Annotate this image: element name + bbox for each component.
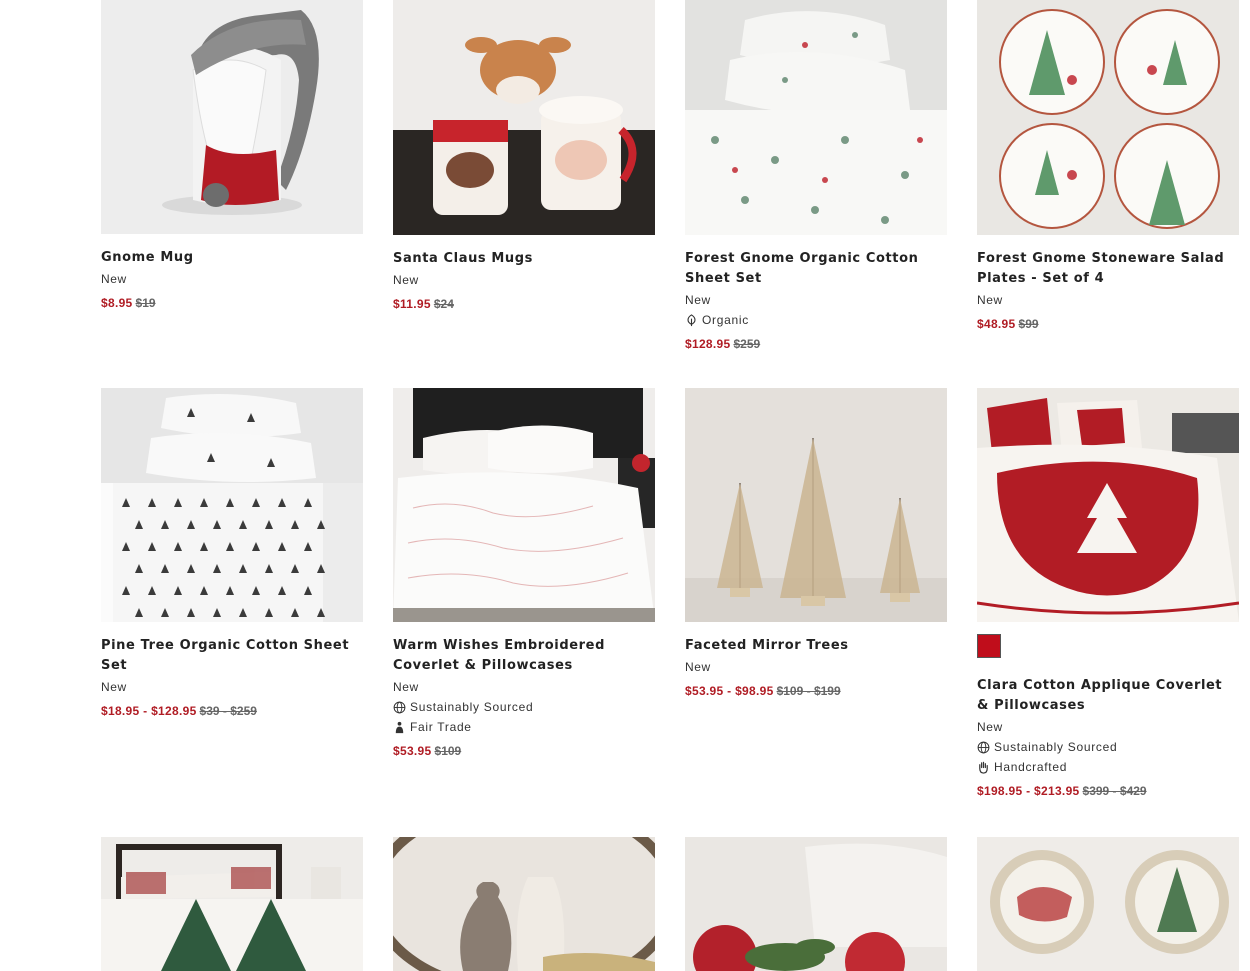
product-image[interactable] — [393, 0, 655, 235]
gnome-sheet-set-photo — [685, 0, 947, 235]
product-price: $11.95 $24 — [393, 294, 655, 314]
product-card[interactable]: Gnome Mug New $8.95 $19 — [101, 0, 363, 313]
santa-plates-photo — [977, 837, 1239, 971]
product-card[interactable]: Warm Wishes Embroidered Coverlet & Pillo… — [393, 388, 655, 761]
hand-icon — [977, 761, 990, 774]
sale-price: $128.95 — [685, 337, 731, 351]
product-name[interactable]: Gnome Mug — [101, 248, 363, 268]
new-flag: New — [977, 720, 1003, 734]
product-price: $198.95 - $213.95 $399 - $429 — [977, 781, 1239, 801]
product-image[interactable] — [101, 0, 363, 234]
product-price: $53.95 - $98.95 $109 - $199 — [685, 681, 947, 701]
product-card[interactable]: Forest Gnome Organic Cotton Sheet Set Ne… — [685, 0, 947, 354]
new-flag: New — [977, 293, 1003, 307]
regular-price: $24 — [433, 297, 454, 311]
regular-price: $19 — [135, 296, 156, 310]
santa-mugs-photo — [393, 0, 655, 235]
sustainably-sourced-attribute: Sustainably Sourced — [393, 697, 655, 717]
pine-tree-sheet-set-photo — [101, 388, 363, 622]
product-image[interactable] — [101, 388, 363, 622]
regular-price: $259 — [733, 337, 761, 351]
new-flag: New — [393, 680, 419, 694]
product-card[interactable]: Pine Tree Organic Cotton Sheet Set New $… — [101, 388, 363, 721]
sale-price: $53.95 — [393, 744, 432, 758]
sale-price: $11.95 — [393, 297, 431, 311]
regular-price: $399 - $429 — [1082, 784, 1147, 798]
attribute-label: Sustainably Sourced — [994, 740, 1118, 754]
product-card[interactable] — [393, 837, 655, 971]
product-price: $8.95 $19 — [101, 293, 363, 313]
sale-price: $198.95 - $213.95 — [977, 784, 1080, 798]
regular-price: $99 — [1018, 317, 1039, 331]
product-card[interactable]: Forest Gnome Stoneware Salad Plates - Se… — [977, 0, 1239, 334]
product-card[interactable]: Santa Claus Mugs New $11.95 $24 — [393, 0, 655, 314]
sale-price: $48.95 — [977, 317, 1016, 331]
attribute-label: Sustainably Sourced — [410, 700, 534, 714]
attribute-label: Handcrafted — [994, 760, 1068, 774]
sale-price: $18.95 - $128.95 — [101, 704, 197, 718]
attribute-label: Fair Trade — [410, 720, 472, 734]
handcrafted-attribute: Handcrafted — [977, 757, 1239, 777]
regular-price: $109 - $199 — [776, 684, 841, 698]
product-card[interactable] — [685, 837, 947, 971]
product-card[interactable] — [977, 837, 1239, 971]
attribute-label: Organic — [702, 313, 749, 327]
product-name[interactable]: Pine Tree Organic Cotton Sheet Set — [101, 636, 363, 676]
product-name[interactable]: Santa Claus Mugs — [393, 249, 655, 269]
fair-trade-icon — [393, 721, 406, 734]
sale-price: $53.95 - $98.95 — [685, 684, 774, 698]
leaf-icon — [685, 313, 698, 327]
mirror-trees-photo — [685, 388, 947, 622]
vases-photo — [393, 837, 655, 971]
product-card[interactable] — [101, 837, 363, 971]
pine-coverlet-photo — [101, 837, 363, 971]
new-flag: New — [101, 680, 127, 694]
organic-attribute: Organic — [685, 310, 947, 330]
product-price: $18.95 - $128.95 $39 - $259 — [101, 701, 363, 721]
product-image[interactable] — [685, 0, 947, 235]
product-name[interactable]: Forest Gnome Stoneware Salad Plates - Se… — [977, 249, 1239, 289]
product-card[interactable]: Clara Cotton Applique Coverlet & Pillowc… — [977, 388, 1239, 801]
gnome-mug-photo — [101, 0, 363, 234]
product-price: $48.95 $99 — [977, 314, 1239, 334]
product-name[interactable]: Forest Gnome Organic Cotton Sheet Set — [685, 249, 947, 289]
product-image[interactable] — [685, 837, 947, 971]
product-image[interactable] — [977, 388, 1239, 622]
product-name[interactable]: Warm Wishes Embroidered Coverlet & Pillo… — [393, 636, 655, 676]
warm-wishes-coverlet-photo — [393, 388, 655, 622]
sustainably-sourced-attribute: Sustainably Sourced — [977, 737, 1239, 757]
product-image[interactable] — [685, 388, 947, 622]
product-image[interactable] — [101, 837, 363, 971]
new-flag: New — [101, 272, 127, 286]
new-flag: New — [685, 660, 711, 674]
product-price: $53.95 $109 — [393, 741, 655, 761]
regular-price: $39 - $259 — [199, 704, 257, 718]
product-name[interactable]: Faceted Mirror Trees — [685, 636, 947, 656]
new-flag: New — [393, 273, 419, 287]
product-price: $128.95 $259 — [685, 334, 947, 354]
product-image[interactable] — [393, 388, 655, 622]
product-image[interactable] — [393, 837, 655, 971]
product-card[interactable]: Faceted Mirror Trees New $53.95 - $98.95… — [685, 388, 947, 701]
gnome-plates-photo — [977, 0, 1239, 235]
new-flag: New — [685, 293, 711, 307]
clara-coverlet-photo — [977, 388, 1239, 622]
globe-icon — [393, 701, 406, 714]
globe-icon — [977, 741, 990, 754]
fair-trade-attribute: Fair Trade — [393, 717, 655, 737]
regular-price: $109 — [434, 744, 462, 758]
product-image[interactable] — [977, 0, 1239, 235]
product-name[interactable]: Clara Cotton Applique Coverlet & Pillowc… — [977, 676, 1239, 716]
product-image[interactable] — [977, 837, 1239, 971]
sale-price: $8.95 — [101, 296, 133, 310]
berry-balls-photo — [685, 837, 947, 971]
color-swatch-red[interactable] — [977, 634, 1001, 658]
